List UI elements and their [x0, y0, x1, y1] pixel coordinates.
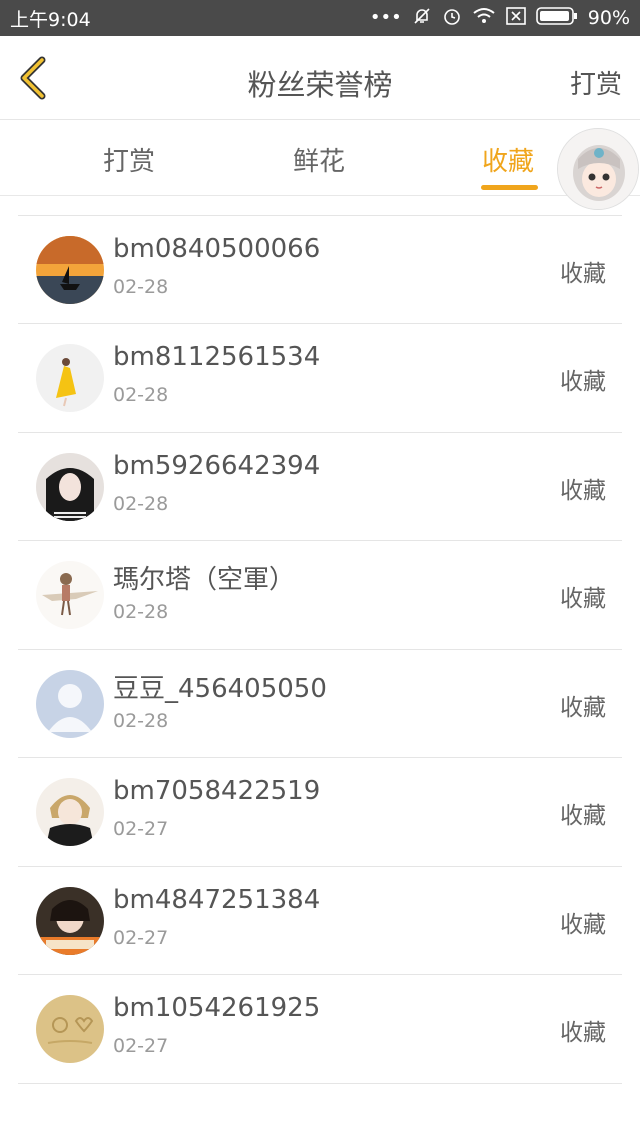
favorite-label: 收藏: [560, 1020, 606, 1046]
active-tab-indicator: [481, 185, 538, 190]
list-content: bm039203381502-28收藏bm084050006602-28收藏bm…: [0, 197, 640, 1084]
favorite-date: 02-27: [113, 1035, 169, 1057]
list-item[interactable]: bm039203381502-28收藏: [18, 197, 622, 216]
user-name: 豆豆_456405050: [113, 673, 327, 704]
page-title: 粉丝荣誉榜: [247, 68, 393, 102]
battery-icon: [535, 6, 578, 30]
list-item[interactable]: bm4847251384 02-27 收藏: [18, 867, 622, 975]
list-item[interactable]: bm8112561534 02-28 收藏: [18, 324, 622, 433]
user-name: bm1054261925: [113, 993, 321, 1023]
favorite-date: 02-28: [113, 492, 169, 515]
alarm-icon: [442, 6, 462, 30]
anime-boy-icon[interactable]: [36, 778, 104, 846]
list-item[interactable]: 豆豆_456405050 02-28 收藏: [18, 650, 622, 758]
list-item[interactable]: bm7058422519 02-27 收藏: [18, 758, 622, 867]
user-name: 瑪尔塔（空軍）: [113, 565, 296, 595]
list-item[interactable]: bm0840500066 02-28 收藏: [18, 216, 622, 324]
sunset-boat-icon[interactable]: [36, 235, 104, 304]
girl-orange-icon[interactable]: [36, 886, 104, 955]
user-name: bm7058422519: [113, 776, 321, 806]
favorite-date: 02-28: [113, 709, 169, 732]
user-name: bm8112561534: [113, 342, 321, 372]
sand-drawing-icon[interactable]: [36, 995, 104, 1063]
tab-tip[interactable]: 打赏: [103, 141, 155, 178]
more-dots-icon: •••: [369, 7, 402, 28]
battery-percent: 90%: [587, 7, 630, 29]
list-item[interactable]: 瑪尔塔（空軍） 02-28 收藏: [18, 541, 622, 650]
airplane-sketch-icon[interactable]: [36, 561, 104, 629]
list-item[interactable]: bm1054261925 02-27 收藏: [18, 975, 622, 1084]
status-time: 上午9:04: [10, 8, 91, 31]
mute-bell-icon: [412, 6, 432, 30]
favorite-date: 02-27: [113, 926, 169, 949]
list-item[interactable]: bm5926642394 02-28 收藏: [18, 433, 622, 541]
favorite-date: 02-28: [113, 601, 169, 623]
tab-favorites[interactable]: 收藏: [482, 141, 534, 178]
status-icons: ••• 90%: [370, 6, 630, 30]
favorite-label: 收藏: [560, 586, 606, 612]
favorite-label: 收藏: [560, 911, 606, 938]
yellow-dress-icon[interactable]: [36, 344, 104, 412]
favorites-list[interactable]: bm039203381502-28收藏bm084050006602-28收藏bm…: [0, 197, 640, 1138]
title-bar: 粉丝荣誉榜 打赏: [0, 36, 640, 120]
status-bar: 上午9:04 ••• 90%: [0, 0, 640, 36]
tab-bar: 打赏 鲜花 收藏: [0, 121, 640, 196]
favorite-label: 收藏: [560, 260, 606, 287]
wifi-icon: [472, 7, 496, 29]
tab-flowers[interactable]: 鲜花: [293, 141, 345, 178]
default-user-icon[interactable]: [36, 669, 104, 738]
favorite-date: 02-27: [113, 818, 169, 840]
user-name: bm5926642394: [113, 450, 321, 481]
girl-portrait-icon[interactable]: [36, 452, 104, 521]
user-name: bm4847251384: [113, 884, 321, 915]
no-sim-icon: [505, 7, 526, 29]
tip-button[interactable]: 打赏: [570, 64, 622, 101]
favorite-label: 收藏: [560, 369, 606, 395]
favorite-label: 收藏: [560, 477, 606, 504]
user-name: bm0840500066: [113, 233, 321, 264]
favorite-label: 收藏: [560, 694, 606, 721]
favorite-date: 02-28: [113, 275, 169, 298]
favorite-label: 收藏: [560, 803, 606, 829]
favorite-date: 02-28: [113, 384, 169, 406]
